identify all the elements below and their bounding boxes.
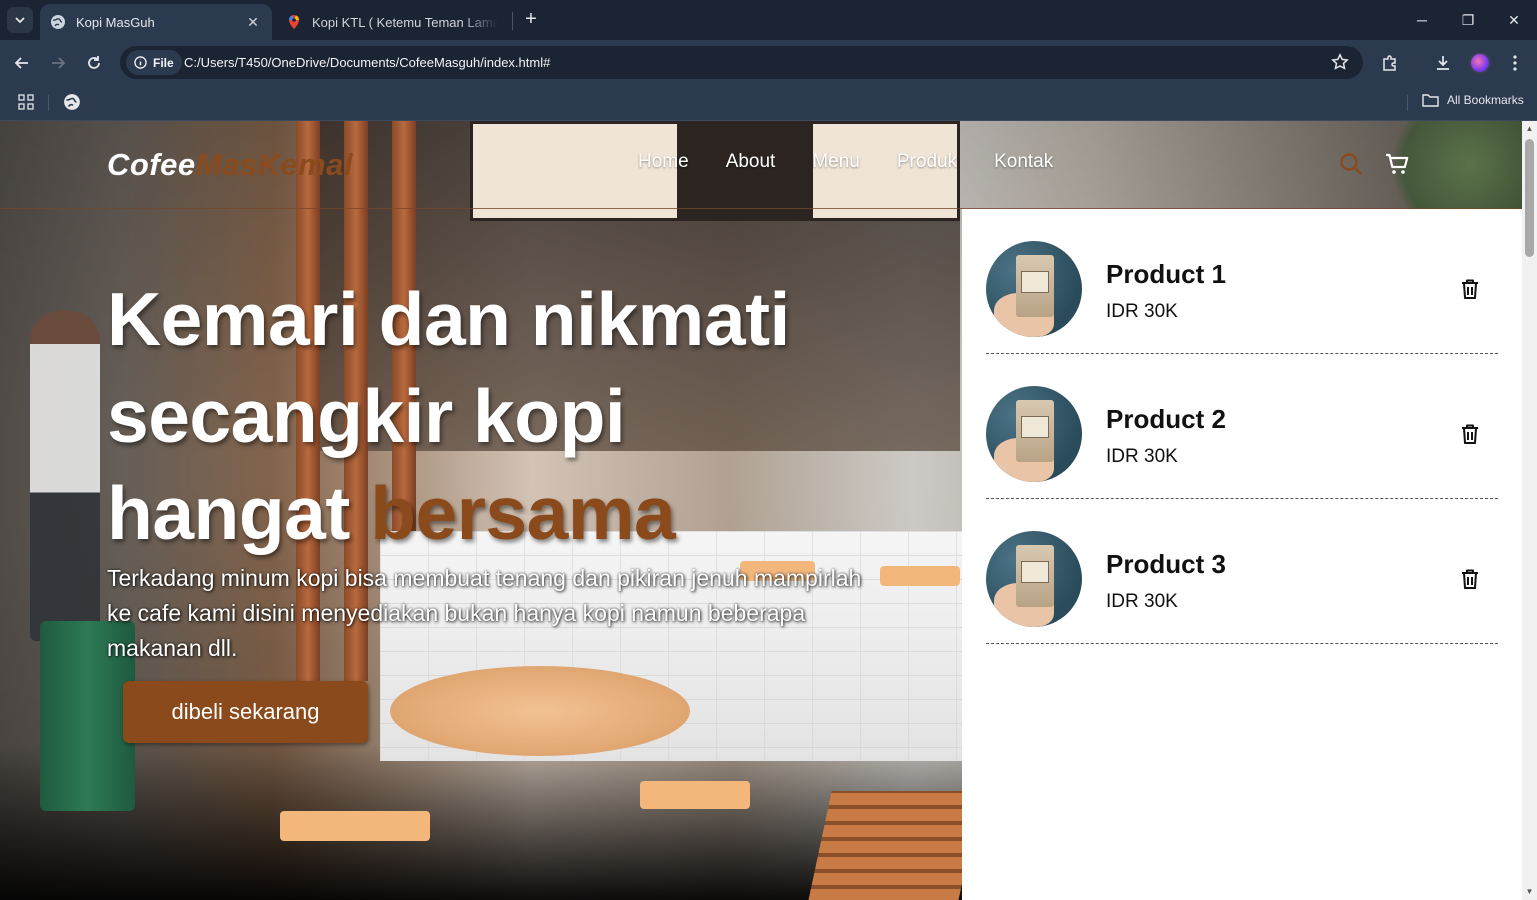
search-icon[interactable] <box>1338 151 1364 177</box>
hero-title-line1: Kemari dan nikmati <box>107 277 790 361</box>
hero-photo-table <box>390 666 690 756</box>
map-pin-icon <box>288 15 300 29</box>
browser-menu-button[interactable] <box>1503 51 1527 75</box>
close-window-button[interactable]: ✕ <box>1499 8 1529 32</box>
scroll-up-arrow[interactable]: ▲ <box>1525 124 1534 134</box>
globe-icon <box>51 15 65 29</box>
hero-title-line2: secangkir kopi <box>107 374 626 458</box>
hero-photo-bench <box>808 791 982 900</box>
reload-icon <box>88 56 100 69</box>
nav-link-produk[interactable]: Produk <box>897 151 957 173</box>
product-price: IDR 30K <box>1106 446 1178 467</box>
hero-title-accent: bersama <box>370 471 676 555</box>
tab-title: Kopi MasGuh <box>76 14 155 30</box>
close-tab-icon[interactable]: ✕ <box>244 14 262 31</box>
arrow-right-icon <box>52 57 66 69</box>
download-icon <box>1437 56 1449 70</box>
more-vertical-icon <box>1513 55 1517 71</box>
shopping-cart-panel: Product 1 IDR 30K Product 2 IDR 30K Prod… <box>962 209 1522 900</box>
bookmark-star-icon[interactable] <box>1331 53 1349 71</box>
product-name: Product 1 <box>1106 259 1226 289</box>
page-scrollbar[interactable]: ▲ ▼ <box>1522 121 1537 900</box>
back-button[interactable] <box>9 50 35 76</box>
hero-photo-stool <box>880 566 960 586</box>
forward-button[interactable] <box>45 50 71 76</box>
scroll-thumb[interactable] <box>1525 139 1534 257</box>
tab-search-button[interactable] <box>7 7 33 33</box>
nav-link-kontak[interactable]: Kontak <box>994 151 1053 173</box>
site-navbar: CofeeMasKemal Home About Menu Produk Kon… <box>0 121 1522 209</box>
main-nav: Home About Menu Produk Kontak <box>638 151 1090 173</box>
site-logo[interactable]: CofeeMasKemal <box>107 147 353 183</box>
tab-kopi-ktl[interactable]: Kopi KTL ( Ketemu Teman Lama <box>276 4 508 40</box>
chevron-down-icon <box>15 17 25 24</box>
tab-kopi-masguh[interactable]: Kopi MasGuh ✕ <box>40 4 272 40</box>
bookmarks-bar: All Bookmarks <box>0 85 1537 121</box>
all-bookmarks-label: All Bookmarks <box>1447 93 1524 107</box>
site-info-chip[interactable]: File <box>126 50 182 75</box>
hero-photo-stool <box>640 781 750 809</box>
scroll-down-arrow[interactable]: ▼ <box>1525 887 1534 897</box>
tab-separator <box>512 12 513 30</box>
reload-button[interactable] <box>81 50 107 76</box>
address-bar[interactable]: File C:/Users/T450/OneDrive/Documents/Co… <box>120 46 1363 79</box>
product-name: Product 2 <box>1106 404 1226 434</box>
buy-now-button[interactable]: dibeli sekarang <box>123 681 368 743</box>
restore-button[interactable]: ❐ <box>1453 8 1483 32</box>
globe-icon[interactable] <box>63 93 81 111</box>
extensions-button[interactable] <box>1378 51 1402 75</box>
logo-part-1: Cofee <box>107 147 196 182</box>
cart-item: Product 3 IDR 30K <box>986 499 1498 644</box>
product-price: IDR 30K <box>1106 591 1178 612</box>
logo-part-2: MasKemal <box>195 147 353 182</box>
trash-icon[interactable] <box>1458 422 1482 446</box>
info-icon <box>134 56 147 69</box>
cart-item: Product 1 IDR 30K <box>986 209 1498 354</box>
minimize-button[interactable]: ─ <box>1407 8 1437 32</box>
arrow-left-icon <box>14 57 28 69</box>
product-image <box>986 531 1082 627</box>
downloads-button[interactable] <box>1431 51 1455 75</box>
bookmarks-separator <box>1407 95 1408 111</box>
site-info-label: File <box>153 55 174 70</box>
hero-title-line3: hangat <box>107 471 350 555</box>
url-text[interactable]: C:/Users/T450/OneDrive/Documents/CofeeMa… <box>184 55 550 70</box>
cart-item: Product 2 IDR 30K <box>986 354 1498 499</box>
browser-toolbar: File C:/Users/T450/OneDrive/Documents/Co… <box>0 40 1537 85</box>
trash-icon[interactable] <box>1458 567 1482 591</box>
nav-link-about[interactable]: About <box>726 151 776 173</box>
hero-title: Kemari dan nikmati secangkir kopi hangat… <box>107 271 927 562</box>
shopping-cart-icon[interactable] <box>1384 151 1410 177</box>
nav-link-menu[interactable]: Menu <box>812 151 860 173</box>
folder-icon <box>1422 94 1439 107</box>
all-bookmarks-button[interactable]: All Bookmarks <box>1422 93 1524 107</box>
tab-title: Kopi KTL ( Ketemu Teman Lama <box>312 14 498 30</box>
hero-photo-person <box>30 311 100 641</box>
product-price: IDR 30K <box>1106 301 1178 322</box>
product-image <box>986 241 1082 337</box>
product-name: Product 3 <box>1106 549 1226 579</box>
product-image <box>986 386 1082 482</box>
profile-avatar[interactable] <box>1469 52 1491 74</box>
page-viewport: CofeeMasKemal Home About Menu Produk Kon… <box>0 121 1522 900</box>
puzzle-icon <box>1383 55 1396 71</box>
apps-grid-icon[interactable] <box>18 94 34 110</box>
bookmarks-separator <box>48 95 49 111</box>
tab-bar: Kopi MasGuh ✕ Kopi KTL ( Ketemu Teman La… <box>0 0 1537 40</box>
trash-icon[interactable] <box>1458 277 1482 301</box>
hero-photo-stool <box>280 811 430 841</box>
hero-description: Terkadang minum kopi bisa membuat tenang… <box>107 565 862 661</box>
nav-link-home[interactable]: Home <box>638 151 689 173</box>
new-tab-button[interactable]: + <box>520 8 542 32</box>
